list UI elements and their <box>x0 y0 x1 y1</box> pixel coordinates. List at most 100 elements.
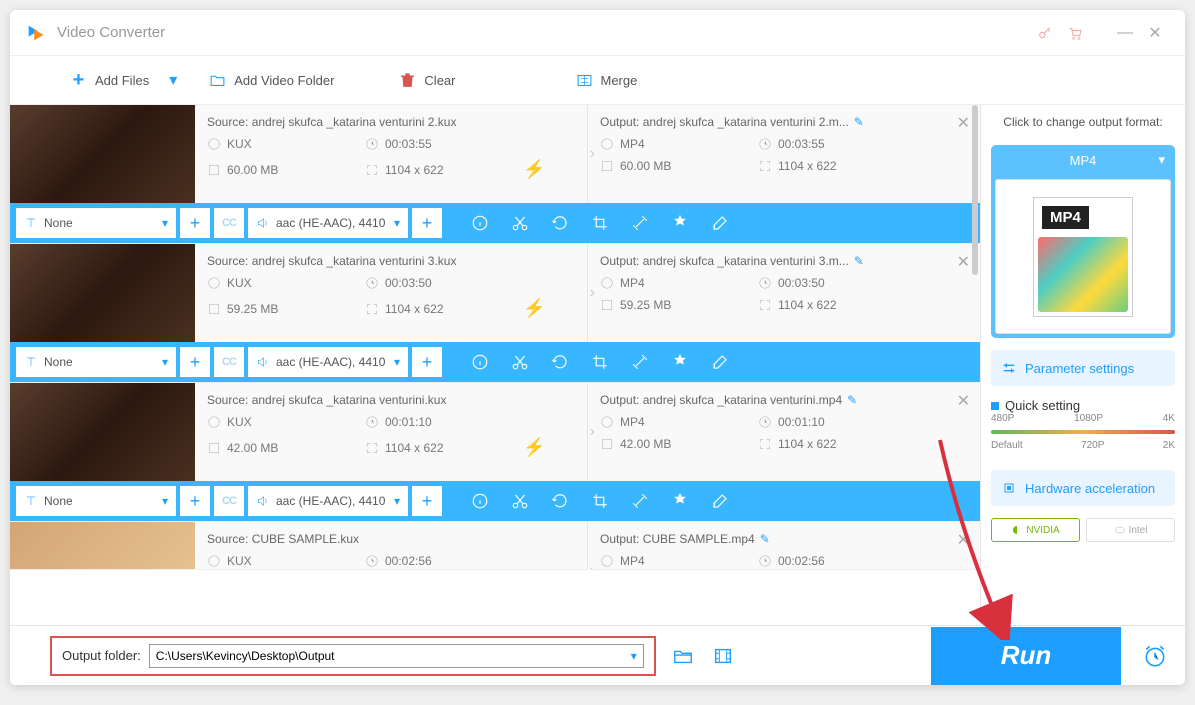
crop-icon[interactable] <box>586 487 614 515</box>
nvidia-badge[interactable]: NVIDIA <box>991 518 1080 542</box>
add-audio-button[interactable]: + <box>412 486 442 516</box>
add-audio-button[interactable]: + <box>412 208 442 238</box>
plus-icon: + <box>70 72 87 89</box>
subtitle-select[interactable]: None▾ <box>16 208 176 238</box>
cut-icon[interactable] <box>506 209 534 237</box>
effects-icon[interactable] <box>626 487 654 515</box>
app-title: Video Converter <box>57 24 1030 41</box>
items-list: Source: andrej skufca _katarina venturin… <box>10 105 980 625</box>
format-label: Click to change output format: <box>991 115 1175 129</box>
trash-icon <box>399 72 416 89</box>
list-item: Source: andrej skufca _katarina venturin… <box>10 105 980 244</box>
edit-icon[interactable]: ✎ <box>854 115 864 129</box>
info-icon[interactable] <box>466 209 494 237</box>
sliders-icon <box>1001 360 1017 376</box>
source-info: Source: andrej skufca _katarina venturin… <box>195 105 587 203</box>
main-toolbar: +Add Files ▾ Add Video Folder Clear Merg… <box>10 55 1185 105</box>
titlebar: Video Converter — ✕ <box>10 10 1185 55</box>
output-folder-label: Output folder: <box>62 648 141 663</box>
edit-icon[interactable]: ✎ <box>854 254 864 268</box>
effects-icon[interactable] <box>626 348 654 376</box>
subtitle-select[interactable]: None▾ <box>16 347 176 377</box>
info-icon[interactable] <box>466 487 494 515</box>
list-item: Source: andrej skufca _katarina venturin… <box>10 383 980 522</box>
intel-badge[interactable]: Intel <box>1086 518 1175 542</box>
open-folder-icon[interactable] <box>670 643 696 669</box>
effects-icon[interactable] <box>626 209 654 237</box>
run-button[interactable]: Run <box>931 627 1121 685</box>
cc-button[interactable]: CC <box>214 486 244 516</box>
audio-select[interactable]: aac (HE-AAC), 4410▾ <box>248 347 408 377</box>
remove-item-icon[interactable]: ✕ <box>957 252 970 272</box>
cut-icon[interactable] <box>506 487 534 515</box>
app-logo-icon <box>25 22 47 44</box>
chevron-down-icon: ▾ <box>631 649 637 663</box>
rotate-icon[interactable] <box>546 348 574 376</box>
audio-select[interactable]: aac (HE-AAC), 4410▾ <box>248 486 408 516</box>
quality-slider[interactable]: 480P1080P4K Default720P2K <box>991 413 1175 458</box>
film-icon[interactable] <box>710 643 736 669</box>
clock-icon <box>365 137 379 151</box>
cart-icon[interactable] <box>1060 18 1090 48</box>
video-thumbnail[interactable] <box>10 522 195 570</box>
crop-icon[interactable] <box>586 209 614 237</box>
file-icon <box>207 163 221 177</box>
list-item: Source: andrej skufca _katarina venturin… <box>10 244 980 383</box>
output-folder-highlight: Output folder: C:\Users\Kevincy\Desktop\… <box>50 636 656 676</box>
video-thumbnail[interactable] <box>10 383 195 481</box>
text-icon <box>24 216 38 230</box>
add-files-dropdown-icon[interactable]: ▾ <box>169 70 189 90</box>
merge-button[interactable]: Merge <box>556 72 658 89</box>
cc-button[interactable]: CC <box>214 208 244 238</box>
rotate-icon[interactable] <box>546 487 574 515</box>
cut-icon[interactable] <box>506 348 534 376</box>
chip-icon <box>1001 480 1017 496</box>
list-item: Source: CUBE SAMPLE.kux KUX00:02:56 › Ou… <box>10 522 980 570</box>
crop-icon[interactable] <box>586 348 614 376</box>
edit-icon[interactable]: ✎ <box>847 393 857 407</box>
watermark-icon[interactable] <box>666 348 694 376</box>
output-folder-select[interactable]: C:\Users\Kevincy\Desktop\Output▾ <box>149 644 644 668</box>
minimize-button[interactable]: — <box>1110 18 1140 48</box>
quick-setting-label: Quick setting <box>1005 398 1080 413</box>
parameter-settings-button[interactable]: Parameter settings <box>991 350 1175 386</box>
source-label: Source: andrej skufca _katarina venturin… <box>207 115 575 129</box>
remove-item-icon[interactable]: ✕ <box>957 530 970 550</box>
watermark-icon[interactable] <box>666 209 694 237</box>
add-subtitle-button[interactable]: + <box>180 486 210 516</box>
info-icon[interactable] <box>466 348 494 376</box>
edit-subtitle-icon[interactable] <box>706 348 734 376</box>
output-info: Output: andrej skufca _katarina venturin… <box>588 105 980 203</box>
add-files-button[interactable]: +Add Files <box>50 72 169 89</box>
edit-icon[interactable]: ✎ <box>760 532 770 546</box>
add-audio-button[interactable]: + <box>412 347 442 377</box>
video-thumbnail[interactable] <box>10 105 195 203</box>
lightning-icon: ⚡ <box>523 159 545 180</box>
clear-button[interactable]: Clear <box>379 72 475 89</box>
schedule-icon[interactable] <box>1135 636 1175 676</box>
add-folder-button[interactable]: Add Video Folder <box>189 72 354 89</box>
merge-icon <box>576 72 593 89</box>
remove-item-icon[interactable]: ✕ <box>957 391 970 411</box>
item-options-bar: None▾ + CC aac (HE-AAC), 4410▾ + <box>10 203 980 243</box>
speaker-icon <box>256 216 270 230</box>
audio-select[interactable]: aac (HE-AAC), 4410▾ <box>248 208 408 238</box>
format-icon <box>207 137 221 151</box>
add-subtitle-button[interactable]: + <box>180 347 210 377</box>
edit-subtitle-icon[interactable] <box>706 209 734 237</box>
add-subtitle-button[interactable]: + <box>180 208 210 238</box>
output-format-selector[interactable]: MP4▾ MP4 <box>991 145 1175 338</box>
scrollbar[interactable] <box>972 105 978 275</box>
close-button[interactable]: ✕ <box>1140 18 1170 48</box>
video-thumbnail[interactable] <box>10 244 195 342</box>
remove-item-icon[interactable]: ✕ <box>957 113 970 133</box>
watermark-icon[interactable] <box>666 487 694 515</box>
activate-icon[interactable] <box>1030 18 1060 48</box>
hardware-accel-button[interactable]: Hardware acceleration <box>991 470 1175 506</box>
cc-button[interactable]: CC <box>214 347 244 377</box>
subtitle-select[interactable]: None▾ <box>16 486 176 516</box>
edit-subtitle-icon[interactable] <box>706 487 734 515</box>
footer-bar: Output folder: C:\Users\Kevincy\Desktop\… <box>10 625 1185 685</box>
rotate-icon[interactable] <box>546 209 574 237</box>
right-panel: Click to change output format: MP4▾ MP4 … <box>980 105 1185 625</box>
